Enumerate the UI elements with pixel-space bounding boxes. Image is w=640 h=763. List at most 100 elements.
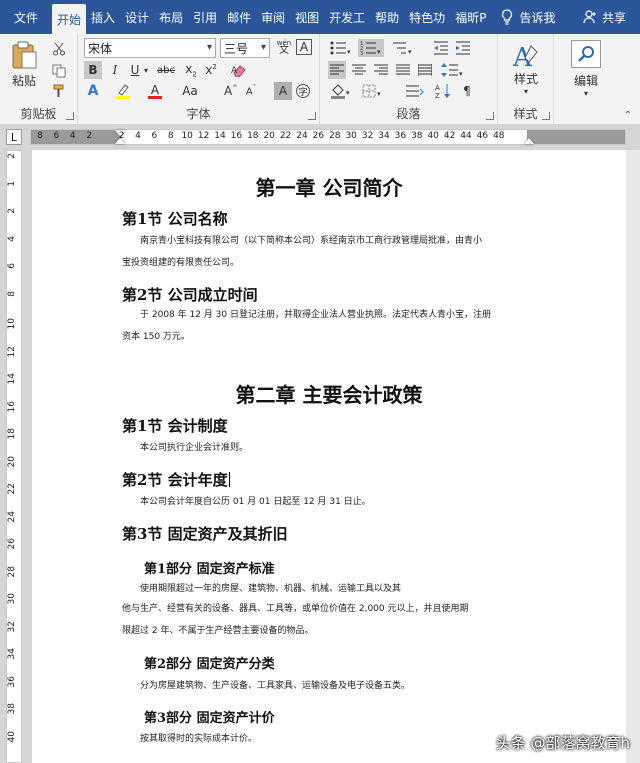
chapter-2-section-2-text: 第2节 会计年度 bbox=[122, 471, 228, 489]
paragraph-launcher[interactable] bbox=[486, 112, 494, 120]
document-page[interactable]: 第一章 公司简介 第1节 公司名称 南京青小宝科技有限公司（以下简称本公司）系经… bbox=[32, 150, 626, 763]
font-launcher[interactable] bbox=[308, 112, 316, 120]
underline-dropdown[interactable]: ▾ bbox=[142, 61, 150, 79]
paste-label: 粘贴 bbox=[11, 73, 36, 88]
paste-button[interactable]: 粘贴 bbox=[6, 38, 42, 90]
italic-button[interactable]: I bbox=[106, 61, 124, 79]
tab-review[interactable]: 审阅 bbox=[256, 0, 290, 34]
show-formatting-button[interactable]: ¶ bbox=[458, 82, 476, 100]
align-left-button[interactable] bbox=[328, 61, 346, 79]
character-shading-button[interactable]: A bbox=[274, 82, 292, 100]
superscript-button[interactable]: x2 bbox=[202, 61, 220, 79]
font-size-select[interactable]: 三号 ▾ bbox=[220, 38, 270, 58]
chapter-2-section-2-heading[interactable]: 第2节 会计年度 bbox=[122, 469, 230, 490]
part-1-line-3[interactable]: 限超过 2 年、不属于生产经营主要设备的物品。 bbox=[122, 625, 534, 637]
chapter-1-section-2-heading[interactable]: 第2节 公司成立时间 bbox=[122, 284, 258, 305]
bold-button[interactable]: B bbox=[84, 61, 102, 79]
share-button[interactable]: 共享 bbox=[583, 0, 626, 34]
tab-special[interactable]: 特色功 bbox=[404, 0, 450, 34]
shading-button[interactable]: ▾ bbox=[328, 82, 354, 100]
align-center-button[interactable] bbox=[350, 61, 368, 79]
shrink-font-button[interactable]: Aˇ bbox=[242, 82, 260, 100]
increase-indent-button[interactable] bbox=[454, 39, 472, 57]
part-3-heading[interactable]: 第3部分 固定资产计价 bbox=[144, 707, 275, 726]
clear-formatting-button[interactable]: A bbox=[230, 61, 248, 79]
text-effects-button[interactable]: A bbox=[84, 82, 102, 100]
chapter-1-section-1-line-2[interactable]: 宝投资组建的有限责任公司。 bbox=[122, 257, 534, 269]
part-2-heading[interactable]: 第2部分 固定资产分类 bbox=[144, 653, 275, 672]
vertical-ruler[interactable]: 2 1 2 4 6 8 10 12 14 16 18 20 22 24 26 28 30 32 34 36 38 40 bbox=[6, 150, 22, 763]
styles-launcher[interactable] bbox=[542, 112, 550, 120]
tab-developer[interactable]: 开发工 bbox=[324, 0, 370, 34]
editing-label: 编辑 bbox=[573, 74, 598, 88]
font-name-select[interactable]: 宋体 ▾ bbox=[84, 38, 216, 58]
vertical-scrollbar[interactable] bbox=[626, 150, 640, 763]
styles-button[interactable]: A 样式 ▾ bbox=[504, 38, 548, 100]
ruler-tick-label: 6 bbox=[53, 131, 60, 141]
text-cursor bbox=[228, 472, 230, 487]
distributed-button[interactable] bbox=[416, 61, 434, 79]
chapter-1-section-1-heading[interactable]: 第1节 公司名称 bbox=[122, 208, 228, 229]
vertical-ruler-tick-label: 8 bbox=[7, 290, 17, 297]
chapter-2-section-1-line-1[interactable]: 本公司执行企业会计准则。 bbox=[140, 442, 552, 454]
tab-help[interactable]: 帮助 bbox=[370, 0, 404, 34]
underline-icon: U bbox=[130, 63, 140, 77]
cut-button[interactable] bbox=[50, 40, 68, 58]
vertical-ruler-tick-label: 40 bbox=[7, 730, 17, 742]
tab-layout[interactable]: 布局 bbox=[154, 0, 188, 34]
tab-foxit[interactable]: 福昕P bbox=[450, 0, 491, 34]
chinese-layout-button[interactable] bbox=[404, 82, 428, 100]
multilevel-list-button[interactable]: ▾ bbox=[390, 39, 416, 57]
svg-text:A: A bbox=[231, 66, 238, 76]
tab-insert[interactable]: 插入 bbox=[86, 0, 120, 34]
chapter-1-section-1-line-1[interactable]: 南京青小宝科技有限公司（以下简称本公司）系经南京市工商行政管理局批准，由青小 bbox=[140, 235, 540, 247]
part-1-line-1[interactable]: 使用期限超过一年的房屋、建筑物、机器、机械、运输工具以及其 bbox=[140, 583, 552, 595]
tab-view[interactable]: 视图 bbox=[290, 0, 324, 34]
format-painter-button[interactable] bbox=[50, 82, 68, 100]
borders-button[interactable]: ▾ bbox=[360, 82, 386, 100]
vertical-ruler-tick-label: 12 bbox=[7, 345, 17, 357]
subscript-button[interactable]: x2 bbox=[182, 61, 200, 79]
chapter-2-section-2-line-1[interactable]: 本公司会计年度自公历 01 月 01 日起至 12 月 31 日止。 bbox=[140, 496, 552, 508]
horizontal-ruler[interactable]: 8 6 4 2 2 4 6 8 10 12 14 16 18 20 22 24 26 28 30 32 34 36 38 40… bbox=[30, 129, 626, 145]
character-border-button[interactable]: A bbox=[296, 39, 312, 55]
strikethrough-button[interactable]: abc bbox=[154, 61, 178, 79]
highlight-color-button[interactable] bbox=[114, 82, 132, 100]
enclose-characters-button[interactable]: 字 bbox=[294, 82, 312, 100]
justify-button[interactable] bbox=[394, 61, 412, 79]
chapter-2-section-3-heading[interactable]: 第3节 固定资产及其折旧 bbox=[122, 523, 288, 544]
chapter-2-heading[interactable]: 第二章 主要会计政策 bbox=[32, 379, 626, 408]
chapter-1-section-2-line-2[interactable]: 资本 150 万元。 bbox=[122, 331, 534, 343]
tab-mailings[interactable]: 邮件 bbox=[222, 0, 256, 34]
numbering-button[interactable]: 1 2 3 ▾ bbox=[358, 39, 384, 57]
sort-button[interactable]: AZ bbox=[434, 82, 452, 100]
chapter-2-section-1-heading[interactable]: 第1节 会计制度 bbox=[122, 415, 228, 436]
editing-button[interactable]: 编辑 ▾ bbox=[562, 38, 610, 100]
ruler-tick-label: 6 bbox=[151, 131, 158, 141]
part-1-line-2[interactable]: 他与生产、经营有关的设备、器具、工具等，或单位价值在 2,000 元以上，并且使… bbox=[122, 603, 542, 615]
ruler-tick-label: 14 bbox=[214, 131, 226, 141]
chapter-1-heading[interactable]: 第一章 公司简介 bbox=[32, 172, 626, 201]
copy-button[interactable] bbox=[50, 62, 68, 80]
tab-file[interactable]: 文件 bbox=[0, 0, 52, 34]
part-1-heading[interactable]: 第1部分 固定资产标准 bbox=[144, 558, 275, 577]
font-color-button[interactable]: A bbox=[146, 82, 164, 100]
tab-design[interactable]: 设计 bbox=[120, 0, 154, 34]
tab-references[interactable]: 引用 bbox=[188, 0, 222, 34]
change-case-button[interactable]: Aa bbox=[178, 82, 202, 100]
tab-selector[interactable]: L bbox=[6, 129, 22, 145]
part-2-line-1[interactable]: 分为房屋建筑物、生产设备、工具家具、运输设备及电子设备五类。 bbox=[140, 680, 552, 692]
line-spacing-button[interactable]: ▾ bbox=[440, 61, 464, 79]
collapse-ribbon-icon[interactable]: ⌃ bbox=[624, 110, 632, 121]
chapter-1-section-2-line-1[interactable]: 于 2008 年 12 月 30 日登记注册，并取得企业法人营业执照。法定代表人… bbox=[140, 309, 540, 321]
tab-home[interactable]: 开始 bbox=[52, 4, 87, 34]
clipboard-launcher[interactable] bbox=[66, 112, 74, 120]
tell-me-search[interactable]: 告诉我 bbox=[501, 0, 555, 34]
phonetic-guide-button[interactable]: wén 文 bbox=[274, 38, 294, 56]
decrease-indent-button[interactable] bbox=[432, 39, 450, 57]
grow-font-button[interactable]: A^ bbox=[222, 82, 240, 100]
align-right-button[interactable] bbox=[372, 61, 390, 79]
right-indent-marker[interactable] bbox=[524, 138, 534, 144]
bullets-button[interactable]: ▾ bbox=[328, 39, 354, 57]
part-3-line-1[interactable]: 按其取得时的实际成本计价。 bbox=[140, 733, 552, 745]
